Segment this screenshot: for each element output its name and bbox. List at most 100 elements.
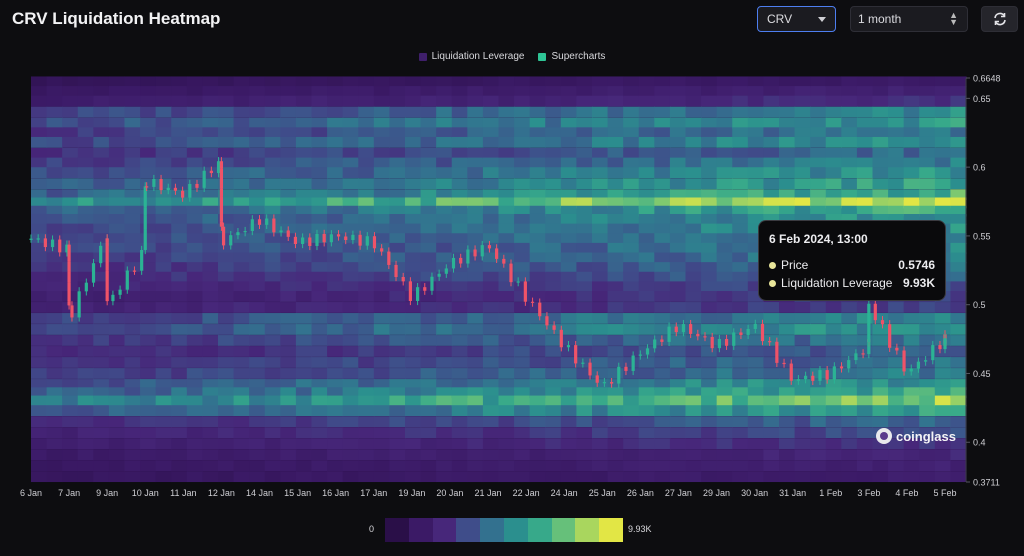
heatmap-cell (124, 252, 141, 264)
candle-body (847, 360, 851, 369)
heatmap-cell (592, 471, 609, 483)
heatmap-cell (934, 86, 952, 97)
heatmap-cell (31, 460, 48, 472)
heatmap-cell (295, 136, 313, 148)
heatmap-cell (623, 471, 640, 483)
heatmap-cell (856, 167, 874, 179)
heatmap-cell (576, 223, 593, 235)
heatmap-cell (514, 291, 531, 302)
heatmap-cell (171, 262, 188, 273)
legend-item-supercharts[interactable]: Supercharts (538, 51, 605, 62)
heatmap-cell (763, 167, 780, 179)
heatmap-cell (155, 357, 172, 368)
heatmap-cell (498, 147, 515, 159)
range-value: 1 month (858, 12, 902, 26)
heatmap-cell (46, 271, 63, 283)
heatmap-cell (638, 127, 655, 139)
candle-body (322, 233, 326, 243)
heatmap-cell (903, 405, 920, 417)
heatmap-cell (701, 460, 718, 472)
heatmap-cell (623, 223, 640, 235)
heatmap-cell (405, 271, 422, 283)
heatmap-cell (373, 416, 391, 428)
heatmap-cell (155, 157, 172, 169)
heatmap-cell (934, 335, 952, 346)
heatmap-cell (77, 223, 94, 235)
heatmap-cell (872, 127, 889, 139)
heatmap-cell (467, 262, 484, 273)
candle-body (423, 287, 427, 291)
heatmap-cell (218, 395, 235, 407)
heatmap-cell (888, 95, 905, 107)
heatmap-cell (436, 313, 453, 324)
heatmap-cell (77, 127, 94, 139)
heatmap-cell (482, 302, 500, 313)
heatmap-cell (560, 460, 578, 472)
heatmap-cell (451, 357, 468, 368)
heatmap-cell (186, 438, 204, 450)
heatmap-cell (779, 460, 796, 472)
candle-body (105, 291, 109, 302)
heatmap-cell (934, 460, 952, 472)
heatmap-cell (140, 233, 157, 245)
heatmap-cell (934, 313, 952, 324)
refresh-button[interactable] (981, 6, 1018, 32)
heatmap-cell (623, 324, 640, 335)
heatmap-cell (342, 127, 359, 139)
heatmap-cell (342, 95, 359, 107)
heatmap-cell (779, 302, 796, 313)
heatmap-cell (436, 242, 453, 254)
candle-body (674, 326, 678, 333)
heatmap-cell (498, 157, 515, 169)
heatmap-cell (31, 106, 48, 118)
candle-body (631, 355, 635, 371)
chart-tooltip: 6 Feb 2024, 13:00 Price 0.5746 Liquidati… (758, 220, 946, 301)
heatmap-cell (903, 147, 920, 159)
candle-body (315, 233, 319, 246)
heatmap-cell (529, 95, 546, 107)
heatmap-cell (747, 416, 765, 428)
heatmap-cell (576, 416, 593, 428)
heatmap-cell (747, 405, 765, 417)
heatmap-cell (669, 281, 687, 293)
chevron-down-icon (818, 17, 826, 22)
heatmap-cell (669, 427, 687, 439)
heatmap-cell (810, 117, 827, 129)
heatmap-cell (825, 427, 842, 439)
scale-segment (599, 518, 623, 542)
heatmap-cell (249, 242, 266, 254)
heatmap-cell (264, 291, 281, 302)
heatmap-cell (327, 223, 344, 235)
candle-body (243, 231, 247, 233)
heatmap-cell (108, 147, 126, 159)
heatmap-cell (405, 242, 422, 254)
heatmap-cell (716, 106, 733, 118)
heatmap-cell (856, 395, 874, 407)
heatmap-cell (31, 324, 48, 335)
symbol-select[interactable]: CRV (757, 6, 836, 32)
heatmap-cell (108, 302, 126, 313)
range-select[interactable]: 1 month ▲ ▼ (850, 6, 968, 32)
heatmap-cell (498, 405, 515, 417)
heatmap-cell (436, 127, 453, 139)
heatmap-cell (389, 106, 406, 118)
heatmap-cell (46, 324, 63, 335)
heatmap-cell (747, 460, 765, 472)
legend-item-liquidation[interactable]: Liquidation Leverage (418, 51, 524, 62)
heatmap-cell (545, 438, 562, 450)
heatmap-cell (264, 262, 281, 273)
heatmap-cell (389, 346, 406, 357)
candle-body (516, 281, 520, 283)
heatmap-cell (202, 271, 219, 283)
candle-body (609, 382, 614, 384)
heatmap-cell (794, 471, 811, 483)
heatmap-cell (140, 460, 157, 472)
heatmap-cell (358, 262, 375, 273)
candle-body (77, 291, 81, 318)
candle-body (50, 239, 55, 248)
heatmap-cell (514, 242, 531, 254)
heatmap-cell (482, 76, 500, 88)
heatmap-cell (592, 95, 609, 107)
heatmap-cell (108, 262, 126, 273)
heatmap-cell (576, 291, 593, 302)
